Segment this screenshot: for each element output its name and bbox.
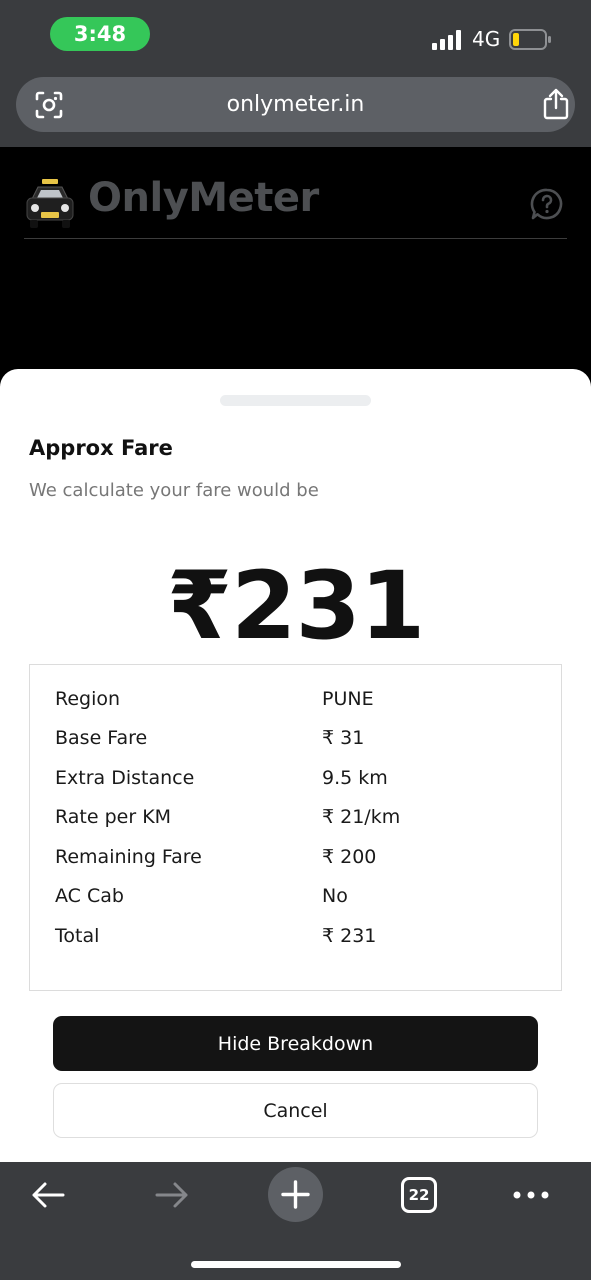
back-icon[interactable] — [30, 1180, 66, 1210]
breakdown-label: Remaining Fare — [55, 846, 202, 868]
tabs-button[interactable]: 22 — [401, 1177, 437, 1213]
breakdown-value: ₹ 200 — [322, 846, 377, 868]
breakdown-label: Extra Distance — [55, 767, 195, 789]
network-type: 4G — [472, 27, 501, 51]
breakdown-row: AC Cab No — [30, 885, 563, 915]
fare-amount: ₹231 — [166, 552, 426, 661]
sheet-handle[interactable] — [220, 395, 371, 406]
breakdown-value: ₹ 231 — [322, 925, 377, 947]
new-tab-button[interactable] — [268, 1167, 323, 1222]
breakdown-row-total: Total ₹ 231 — [30, 925, 563, 955]
home-indicator[interactable] — [191, 1261, 401, 1268]
signal-icon — [432, 30, 461, 50]
breakdown-value: 9.5 km — [322, 767, 388, 789]
fare-breakdown-table: Region PUNE Base Fare ₹ 31 Extra Distanc… — [29, 664, 562, 991]
sheet-subtitle: We calculate your fare would be — [29, 480, 319, 501]
breakdown-row: Region PUNE — [30, 688, 563, 718]
breakdown-label: Region — [55, 688, 121, 710]
breakdown-label: Total — [55, 925, 100, 947]
forward-icon[interactable] — [154, 1180, 190, 1210]
status-time: 3:48 — [50, 17, 150, 51]
help-icon[interactable] — [530, 187, 564, 221]
divider — [24, 238, 567, 239]
sheet-title: Approx Fare — [29, 436, 173, 460]
url-text[interactable]: onlymeter.in — [16, 77, 575, 132]
brand-title: OnlyMeter — [88, 175, 319, 221]
breakdown-row: Remaining Fare ₹ 200 — [30, 846, 563, 876]
plus-icon — [281, 1180, 310, 1209]
breakdown-label: Base Fare — [55, 727, 148, 749]
breakdown-value: ₹ 31 — [322, 727, 365, 749]
battery-icon — [509, 29, 551, 50]
breakdown-value: PUNE — [322, 688, 374, 710]
more-icon[interactable] — [512, 1190, 550, 1200]
share-icon[interactable] — [541, 87, 571, 121]
breakdown-label: Rate per KM — [55, 806, 172, 828]
breakdown-value: No — [322, 885, 348, 907]
breakdown-label: AC Cab — [55, 885, 124, 907]
hide-breakdown-button[interactable]: Hide Breakdown — [53, 1016, 538, 1071]
breakdown-row: Extra Distance 9.5 km — [30, 767, 563, 797]
breakdown-row: Rate per KM ₹ 21/km — [30, 806, 563, 836]
fare-sheet: Approx Fare We calculate your fare would… — [0, 369, 591, 1162]
address-bar[interactable]: onlymeter.in — [16, 77, 575, 132]
cancel-button[interactable]: Cancel — [53, 1083, 538, 1138]
breakdown-value: ₹ 21/km — [322, 806, 401, 828]
taxi-icon — [26, 179, 74, 228]
breakdown-row: Base Fare ₹ 31 — [30, 727, 563, 757]
status-bar: 3:48 4G — [0, 0, 591, 72]
